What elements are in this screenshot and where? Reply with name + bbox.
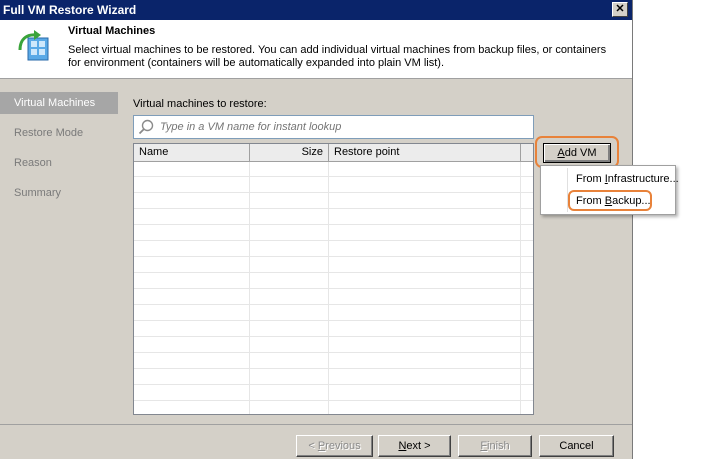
nav-step-reason[interactable]: Reason xyxy=(0,152,118,174)
nav-step-summary[interactable]: Summary xyxy=(0,182,118,204)
table-row[interactable] xyxy=(134,402,533,414)
wizard-steps-nav: Virtual Machines Restore Mode Reason Sum… xyxy=(0,92,118,212)
next-button[interactable]: Next > xyxy=(378,435,451,457)
table-row[interactable] xyxy=(134,242,533,257)
page-description: Select virtual machines to be restored. … xyxy=(68,44,607,69)
nav-step-virtual-machines[interactable]: Virtual Machines xyxy=(0,92,118,114)
cancel-button[interactable]: Cancel xyxy=(539,435,614,457)
vm-list-label: Virtual machines to restore: xyxy=(133,98,267,110)
page-title: Virtual Machines xyxy=(68,25,156,37)
search-input[interactable] xyxy=(158,118,532,136)
footer-separator xyxy=(0,424,632,425)
nav-step-restore-mode[interactable]: Restore Mode xyxy=(0,122,118,144)
vm-search-box[interactable] xyxy=(133,115,534,139)
menu-item-from-infrastructure[interactable]: From Infrastructure... xyxy=(576,170,679,188)
add-vm-highlight: Add VM xyxy=(535,136,619,168)
table-row[interactable] xyxy=(134,370,533,385)
wizard-window: Full VM Restore Wizard ✕ Virtual Machine… xyxy=(0,0,633,459)
table-row[interactable] xyxy=(134,338,533,353)
table-row[interactable] xyxy=(134,226,533,241)
table-row[interactable] xyxy=(134,162,533,177)
table-row[interactable] xyxy=(134,322,533,337)
close-button[interactable]: ✕ xyxy=(612,2,628,17)
table-header: Name Size Restore point xyxy=(134,144,533,162)
title-bar[interactable]: Full VM Restore Wizard ✕ xyxy=(0,0,632,20)
table-row[interactable] xyxy=(134,306,533,321)
column-header-size[interactable]: Size xyxy=(250,144,329,161)
table-row[interactable] xyxy=(134,354,533,369)
table-row[interactable] xyxy=(134,386,533,401)
finish-button[interactable]: Finish xyxy=(458,435,532,457)
from-backup-highlight xyxy=(568,190,652,211)
column-header-restore-point[interactable]: Restore point xyxy=(329,144,521,161)
table-row[interactable] xyxy=(134,258,533,273)
window-title: Full VM Restore Wizard xyxy=(3,3,137,17)
vm-restore-icon xyxy=(18,30,49,61)
table-row[interactable] xyxy=(134,194,533,209)
table-row[interactable] xyxy=(134,178,533,193)
table-row[interactable] xyxy=(134,274,533,289)
column-header-name[interactable]: Name xyxy=(134,144,250,161)
previous-button[interactable]: < Previous xyxy=(296,435,373,457)
table-row[interactable] xyxy=(134,210,533,225)
table-row[interactable] xyxy=(134,290,533,305)
add-vm-button[interactable]: Add VM xyxy=(543,143,611,163)
search-icon xyxy=(138,119,154,135)
wizard-header: Virtual Machines Select virtual machines… xyxy=(0,20,632,79)
vm-restore-table[interactable]: Name Size Restore point xyxy=(133,143,534,415)
column-header-filler xyxy=(521,144,533,161)
